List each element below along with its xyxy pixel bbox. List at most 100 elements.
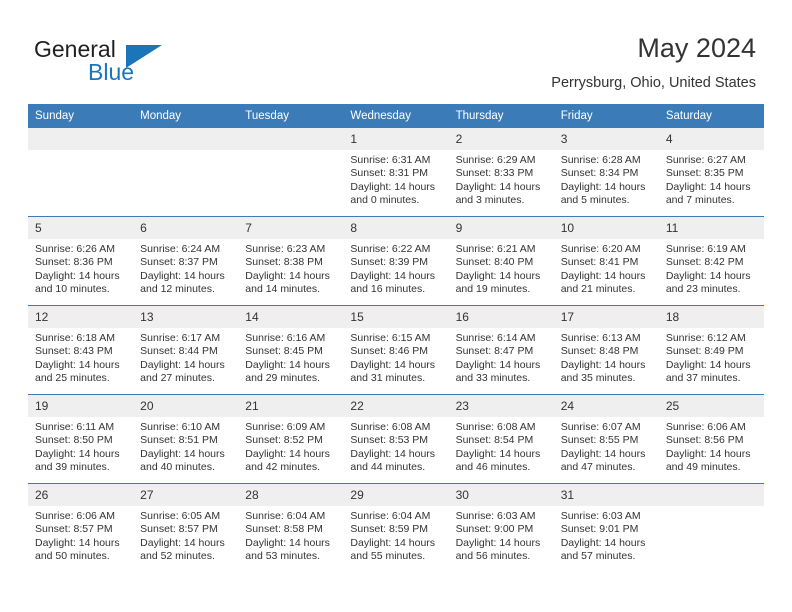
day-number: 30 [448, 484, 554, 506]
day-info: Sunrise: 6:28 AM Sunset: 8:34 PM Daylight:… [554, 150, 659, 208]
calendar-day-cell[interactable]: 25 Sunrise: 6:06 AM Sunset: 8:56 PM Dayligh… [658, 394, 764, 484]
daylight-text: Daylight: 14 hours and 12 minutes. [140, 269, 225, 296]
calendar-day-cell[interactable]: 9 Sunrise: 6:21 AM Sunset: 8:40 PM Daylight… [448, 216, 554, 306]
day-info: Sunrise: 6:05 AM Sunset: 8:57 PM Daylight:… [133, 506, 238, 564]
daylight-text: Daylight: 14 hours and 16 minutes. [350, 269, 436, 296]
daylight-text: Daylight: 14 hours and 21 minutes. [560, 269, 646, 296]
day-number: 14 [238, 306, 344, 328]
sunrise-text: Sunrise: 6:12 AM [665, 332, 746, 344]
calendar-day-cell[interactable]: 31 Sunrise: 6:03 AM Sunset: 9:01 PM Dayligh… [553, 483, 659, 572]
day-number: 22 [343, 395, 449, 417]
sunset-text: Sunset: 8:34 PM [560, 167, 639, 180]
daylight-text: Daylight: 14 hours and 27 minutes. [140, 358, 225, 385]
weekday-header-monday: Monday [133, 104, 239, 128]
calendar-day-cell[interactable]: 22 Sunrise: 6:08 AM Sunset: 8:53 PM Dayligh… [343, 394, 449, 484]
sunrise-text: Sunrise: 6:19 AM [665, 243, 746, 255]
sunrise-text: Sunrise: 6:15 AM [350, 332, 431, 344]
sunset-text: Sunset: 8:45 PM [245, 345, 323, 358]
calendar-week-row: 12 Sunrise: 6:18 AM Sunset: 8:43 PM Dayligh… [28, 305, 764, 395]
daylight-text: Daylight: 14 hours and 19 minutes. [455, 269, 541, 296]
calendar-day-cell[interactable]: 1 Sunrise: 6:31 AM Sunset: 8:31 PM Daylight… [343, 128, 449, 217]
sunset-text: Sunset: 9:00 PM [455, 523, 534, 536]
day-info: Sunrise: 6:24 AM Sunset: 8:37 PM Daylight:… [133, 239, 238, 297]
day-info: Sunrise: 6:26 AM Sunset: 8:36 PM Daylight:… [28, 239, 133, 297]
day-info: Sunrise: 6:06 AM Sunset: 8:57 PM Daylight:… [28, 506, 133, 564]
day-info: Sunrise: 6:19 AM Sunset: 8:42 PM Daylight:… [659, 239, 764, 297]
calendar-day-cell[interactable]: 15 Sunrise: 6:15 AM Sunset: 8:46 PM Dayligh… [343, 305, 449, 395]
daylight-text: Daylight: 14 hours and 7 minutes. [665, 180, 751, 207]
calendar-day-cell[interactable]: 6 Sunrise: 6:24 AM Sunset: 8:37 PM Daylight… [133, 216, 239, 306]
day-number: 7 [238, 217, 344, 239]
calendar-day-cell-empty [28, 128, 134, 217]
calendar-day-cell[interactable]: 8 Sunrise: 6:22 AM Sunset: 8:39 PM Daylight… [343, 216, 449, 306]
day-number [658, 484, 764, 506]
calendar-day-cell[interactable]: 17 Sunrise: 6:13 AM Sunset: 8:48 PM Dayligh… [553, 305, 659, 395]
calendar-day-cell[interactable]: 2 Sunrise: 6:29 AM Sunset: 8:33 PM Daylight… [448, 128, 554, 217]
calendar-day-cell[interactable]: 16 Sunrise: 6:14 AM Sunset: 8:47 PM Dayligh… [448, 305, 554, 395]
weekday-header-wednesday: Wednesday [343, 104, 449, 128]
calendar-day-cell[interactable]: 4 Sunrise: 6:27 AM Sunset: 8:35 PM Daylight… [658, 128, 764, 217]
daylight-text: Daylight: 14 hours and 40 minutes. [140, 447, 225, 474]
sunset-text: Sunset: 8:56 PM [665, 434, 744, 447]
sunset-text: Sunset: 8:37 PM [140, 256, 218, 269]
daylight-text: Daylight: 14 hours and 14 minutes. [245, 269, 330, 296]
calendar-day-cell[interactable]: 23 Sunrise: 6:08 AM Sunset: 8:54 PM Dayligh… [448, 394, 554, 484]
calendar-day-cell[interactable]: 14 Sunrise: 6:16 AM Sunset: 8:45 PM Dayligh… [238, 305, 344, 395]
calendar-day-cell[interactable]: 28 Sunrise: 6:04 AM Sunset: 8:58 PM Dayligh… [238, 483, 344, 572]
brand-logo[interactable]: General Blue [34, 36, 224, 92]
sunrise-text: Sunrise: 6:05 AM [140, 510, 221, 522]
calendar-day-cell[interactable]: 10 Sunrise: 6:20 AM Sunset: 8:41 PM Dayligh… [553, 216, 659, 306]
daylight-text: Daylight: 14 hours and 50 minutes. [35, 536, 120, 563]
calendar-day-cell[interactable]: 11 Sunrise: 6:19 AM Sunset: 8:42 PM Dayligh… [658, 216, 764, 306]
calendar-day-cell[interactable]: 13 Sunrise: 6:17 AM Sunset: 8:44 PM Dayligh… [133, 305, 239, 395]
calendar-day-cell[interactable]: 12 Sunrise: 6:18 AM Sunset: 8:43 PM Dayligh… [28, 305, 134, 395]
sunrise-text: Sunrise: 6:24 AM [140, 243, 221, 255]
daylight-text: Daylight: 14 hours and 56 minutes. [455, 536, 541, 563]
day-info: Sunrise: 6:21 AM Sunset: 8:40 PM Daylight:… [449, 239, 554, 297]
sunset-text: Sunset: 8:48 PM [560, 345, 639, 358]
calendar-day-cell[interactable]: 29 Sunrise: 6:04 AM Sunset: 8:59 PM Dayligh… [343, 483, 449, 572]
calendar-day-cell[interactable]: 24 Sunrise: 6:07 AM Sunset: 8:55 PM Dayligh… [553, 394, 659, 484]
calendar-week-row: 5 Sunrise: 6:26 AM Sunset: 8:36 PM Daylight… [28, 216, 764, 306]
sunset-text: Sunset: 8:41 PM [560, 256, 639, 269]
sunset-text: Sunset: 8:58 PM [245, 523, 323, 536]
calendar-day-cell[interactable]: 21 Sunrise: 6:09 AM Sunset: 8:52 PM Dayligh… [238, 394, 344, 484]
day-info: Sunrise: 6:11 AM Sunset: 8:50 PM Daylight:… [28, 417, 133, 475]
calendar-header-row: Sunday Monday Tuesday Wednesday Thursday Frid… [28, 104, 764, 128]
day-number: 27 [133, 484, 239, 506]
sunset-text: Sunset: 8:53 PM [350, 434, 429, 447]
calendar-day-cell[interactable]: 3 Sunrise: 6:28 AM Sunset: 8:34 PM Daylight… [553, 128, 659, 217]
sunrise-text: Sunrise: 6:17 AM [140, 332, 221, 344]
daylight-text: Daylight: 14 hours and 57 minutes. [560, 536, 646, 563]
calendar-day-cell[interactable]: 7 Sunrise: 6:23 AM Sunset: 8:38 PM Daylight… [238, 216, 344, 306]
sunset-text: Sunset: 8:51 PM [140, 434, 218, 447]
daylight-text: Daylight: 14 hours and 23 minutes. [665, 269, 751, 296]
calendar-day-cell[interactable]: 19 Sunrise: 6:11 AM Sunset: 8:50 PM Dayligh… [28, 394, 134, 484]
day-number [133, 128, 239, 150]
sunset-text: Sunset: 8:57 PM [140, 523, 218, 536]
calendar-day-cell[interactable]: 5 Sunrise: 6:26 AM Sunset: 8:36 PM Daylight… [28, 216, 134, 306]
sunset-text: Sunset: 8:38 PM [245, 256, 323, 269]
calendar-day-cell[interactable]: 26 Sunrise: 6:06 AM Sunset: 8:57 PM Dayligh… [28, 483, 134, 572]
daylight-text: Daylight: 14 hours and 37 minutes. [665, 358, 751, 385]
calendar-day-cell[interactable]: 18 Sunrise: 6:12 AM Sunset: 8:49 PM Dayligh… [658, 305, 764, 395]
daylight-text: Daylight: 14 hours and 25 minutes. [35, 358, 120, 385]
day-number: 4 [658, 128, 764, 150]
sunrise-text: Sunrise: 6:23 AM [245, 243, 326, 255]
day-number: 24 [553, 395, 659, 417]
sunset-text: Sunset: 8:43 PM [35, 345, 113, 358]
title-block: May 2024 Perrysburg, Ohio, United States [551, 32, 756, 92]
daylight-text: Daylight: 14 hours and 29 minutes. [245, 358, 330, 385]
daylight-text: Daylight: 14 hours and 35 minutes. [560, 358, 646, 385]
sunrise-text: Sunrise: 6:16 AM [245, 332, 326, 344]
location-subtitle: Perrysburg, Ohio, United States [551, 75, 756, 91]
day-info: Sunrise: 6:29 AM Sunset: 8:33 PM Daylight:… [449, 150, 554, 208]
calendar-day-cell[interactable]: 27 Sunrise: 6:05 AM Sunset: 8:57 PM Dayligh… [133, 483, 239, 572]
day-info: Sunrise: 6:17 AM Sunset: 8:44 PM Daylight:… [133, 328, 238, 386]
sunset-text: Sunset: 8:40 PM [455, 256, 534, 269]
day-number: 8 [343, 217, 449, 239]
calendar-day-cell[interactable]: 30 Sunrise: 6:03 AM Sunset: 9:00 PM Dayligh… [448, 483, 554, 572]
weekday-header-friday: Friday [553, 104, 659, 128]
calendar-day-cell[interactable]: 20 Sunrise: 6:10 AM Sunset: 8:51 PM Dayligh… [133, 394, 239, 484]
sunset-text: Sunset: 8:57 PM [35, 523, 113, 536]
